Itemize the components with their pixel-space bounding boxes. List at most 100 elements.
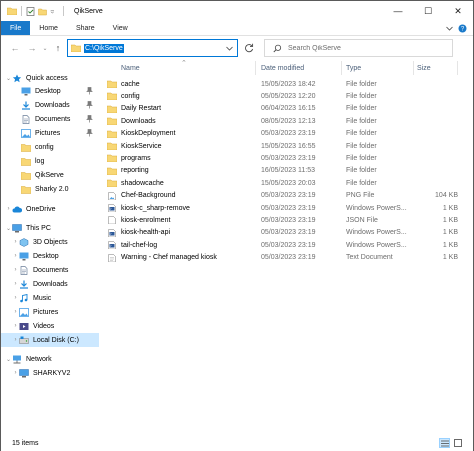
recent-locations-button[interactable]: ⌄ xyxy=(39,41,51,55)
chevron-down-icon[interactable] xyxy=(226,45,233,52)
tab-home[interactable]: Home xyxy=(30,21,67,35)
file-name-cell[interactable]: cache xyxy=(107,78,140,90)
file-name-cell[interactable]: tail-chef-log xyxy=(107,239,157,251)
nav-item-log[interactable]: log xyxy=(1,154,99,168)
file-name-cell[interactable]: Daily Restart xyxy=(107,103,161,115)
file-name-cell[interactable]: shadowcache xyxy=(107,177,164,189)
address-bar[interactable]: C:\QikServe xyxy=(67,39,238,57)
chevron-down-icon[interactable]: ⌄ xyxy=(5,356,12,363)
chevron-right-icon[interactable]: › xyxy=(12,370,19,376)
nav-item-videos[interactable]: › Videos xyxy=(1,319,99,333)
column-header-size[interactable]: Size xyxy=(417,61,431,75)
chevron-right-icon[interactable]: › xyxy=(5,206,12,212)
file-name-cell[interactable]: kiosk-enrolment xyxy=(107,214,170,226)
table-row[interactable]: config 05/05/2023 12:20 File folder xyxy=(103,90,471,102)
table-row[interactable]: reporting 16/05/2023 11:53 File folder xyxy=(103,165,471,177)
close-button[interactable]: ✕ xyxy=(443,1,473,21)
chevron-right-icon[interactable]: › xyxy=(12,267,19,273)
chevron-right-icon[interactable]: › xyxy=(12,281,19,287)
table-row[interactable]: Warning - Chef managed kiosk 05/03/2023 2… xyxy=(103,252,471,264)
file-name-cell[interactable]: reporting xyxy=(107,165,149,177)
nav-item-pc-desktop[interactable]: › Desktop xyxy=(1,249,99,263)
file-name-cell[interactable]: KioskDeployment xyxy=(107,128,175,140)
table-row[interactable]: shadowcache 15/05/2023 20:03 File folder xyxy=(103,177,471,189)
table-row[interactable]: tail-chef-log 05/03/2023 23:19 Windows Pow… xyxy=(103,239,471,251)
nav-item-downloads[interactable]: Downloads xyxy=(1,98,99,112)
column-divider[interactable] xyxy=(341,61,342,75)
chevron-right-icon[interactable]: › xyxy=(12,323,19,329)
new-folder-icon[interactable] xyxy=(38,7,47,16)
pin-icon[interactable] xyxy=(86,129,93,137)
file-name-cell[interactable]: KioskService xyxy=(107,140,161,152)
file-name-cell[interactable]: Warning - Chef managed kiosk xyxy=(107,252,217,264)
file-name-cell[interactable]: kiosk-c_sharp-remove xyxy=(107,202,190,214)
column-header-type[interactable]: Type xyxy=(346,61,361,75)
table-row[interactable]: cache 15/05/2023 18:42 File folder xyxy=(103,78,471,90)
file-name-cell[interactable]: Downloads xyxy=(107,115,156,127)
nav-item-local-disk[interactable]: › Local Disk (C:) xyxy=(1,333,99,347)
column-header-date[interactable]: Date modified xyxy=(261,61,304,75)
nav-item-documents[interactable]: Documents xyxy=(1,112,99,126)
details-view-button[interactable] xyxy=(439,438,450,448)
table-row[interactable]: kiosk-enrolment 05/03/2023 23:19 JSON File… xyxy=(103,214,471,226)
column-header-name[interactable]: Name xyxy=(121,61,140,75)
nav-onedrive[interactable]: › OneDrive xyxy=(1,202,99,216)
column-divider[interactable] xyxy=(457,61,458,75)
table-row[interactable]: KioskService 15/05/2023 16:55 File folder xyxy=(103,140,471,152)
nav-network[interactable]: ⌄ Network xyxy=(1,352,99,366)
chevron-right-icon[interactable]: › xyxy=(12,337,19,343)
nav-item-pc-documents[interactable]: › Documents xyxy=(1,263,99,277)
help-icon[interactable]: ? xyxy=(458,24,467,33)
maximize-button[interactable]: ☐ xyxy=(413,1,443,21)
column-divider[interactable] xyxy=(413,61,414,75)
back-button[interactable]: ← xyxy=(9,41,21,55)
table-row[interactable]: KioskDeployment 05/03/2023 23:19 File fold… xyxy=(103,128,471,140)
table-row[interactable]: kiosk-c_sharp-remove 05/03/2023 23:19 Wind… xyxy=(103,202,471,214)
chevron-down-icon[interactable] xyxy=(50,7,56,16)
nav-item-qikserve[interactable]: QikServe xyxy=(1,168,99,182)
tab-share[interactable]: Share xyxy=(67,21,104,35)
table-row[interactable]: Daily Restart 06/04/2023 16:15 File folder xyxy=(103,103,471,115)
nav-item-3d-objects[interactable]: › 3D Objects xyxy=(1,235,99,249)
pin-icon[interactable] xyxy=(86,87,93,95)
up-button[interactable]: ↑ xyxy=(52,41,64,55)
tab-view[interactable]: View xyxy=(104,21,137,35)
search-input[interactable] xyxy=(288,44,438,52)
address-path[interactable]: C:\QikServe xyxy=(84,43,124,53)
nav-item-config[interactable]: config xyxy=(1,140,99,154)
table-row[interactable]: kiosk-health-api 05/03/2023 23:19 Windows … xyxy=(103,227,471,239)
table-row[interactable]: Downloads 08/05/2023 12:13 File folder xyxy=(103,115,471,127)
nav-item-pc-downloads[interactable]: › Downloads xyxy=(1,277,99,291)
properties-icon[interactable] xyxy=(26,6,35,16)
minimize-button[interactable]: — xyxy=(383,1,413,21)
nav-item-pictures[interactable]: Pictures xyxy=(1,126,99,140)
file-name-cell[interactable]: config xyxy=(107,90,140,102)
nav-item-sharkyv2[interactable]: › SHARKYV2 xyxy=(1,366,99,380)
nav-quick-access[interactable]: ⌄ Quick access xyxy=(1,71,99,85)
pin-icon[interactable] xyxy=(86,115,93,123)
large-icons-view-button[interactable] xyxy=(452,438,463,448)
nav-item-sharky[interactable]: Sharky 2.0 xyxy=(1,182,99,196)
tab-file[interactable]: File xyxy=(1,21,31,35)
table-row[interactable]: programs 05/03/2023 23:19 File folder xyxy=(103,152,471,164)
chevron-right-icon[interactable]: › xyxy=(12,253,19,259)
refresh-icon[interactable] xyxy=(243,42,255,54)
file-name-cell[interactable]: kiosk-health-api xyxy=(107,227,170,239)
chevron-down-icon[interactable]: ⌄ xyxy=(5,75,12,82)
ribbon-expand-button[interactable]: ? xyxy=(446,21,473,35)
chevron-right-icon[interactable]: › xyxy=(12,309,19,315)
chevron-right-icon[interactable]: › xyxy=(12,295,19,301)
column-divider[interactable] xyxy=(255,61,256,75)
chevron-right-icon[interactable]: › xyxy=(12,239,19,245)
chevron-down-icon[interactable]: ⌄ xyxy=(5,225,12,232)
search-box[interactable] xyxy=(264,39,453,57)
file-name-cell[interactable]: Chef-Background xyxy=(107,190,175,202)
nav-item-pc-pictures[interactable]: › Pictures xyxy=(1,305,99,319)
forward-button[interactable]: → xyxy=(26,41,38,55)
nav-item-desktop[interactable]: Desktop xyxy=(1,84,99,98)
table-row[interactable]: Chef-Background 05/03/2023 23:19 PNG File 1… xyxy=(103,190,471,202)
pin-icon[interactable] xyxy=(86,101,93,109)
nav-this-pc[interactable]: ⌄ This PC xyxy=(1,221,99,235)
file-name-cell[interactable]: programs xyxy=(107,152,151,164)
nav-item-music[interactable]: › Music xyxy=(1,291,99,305)
